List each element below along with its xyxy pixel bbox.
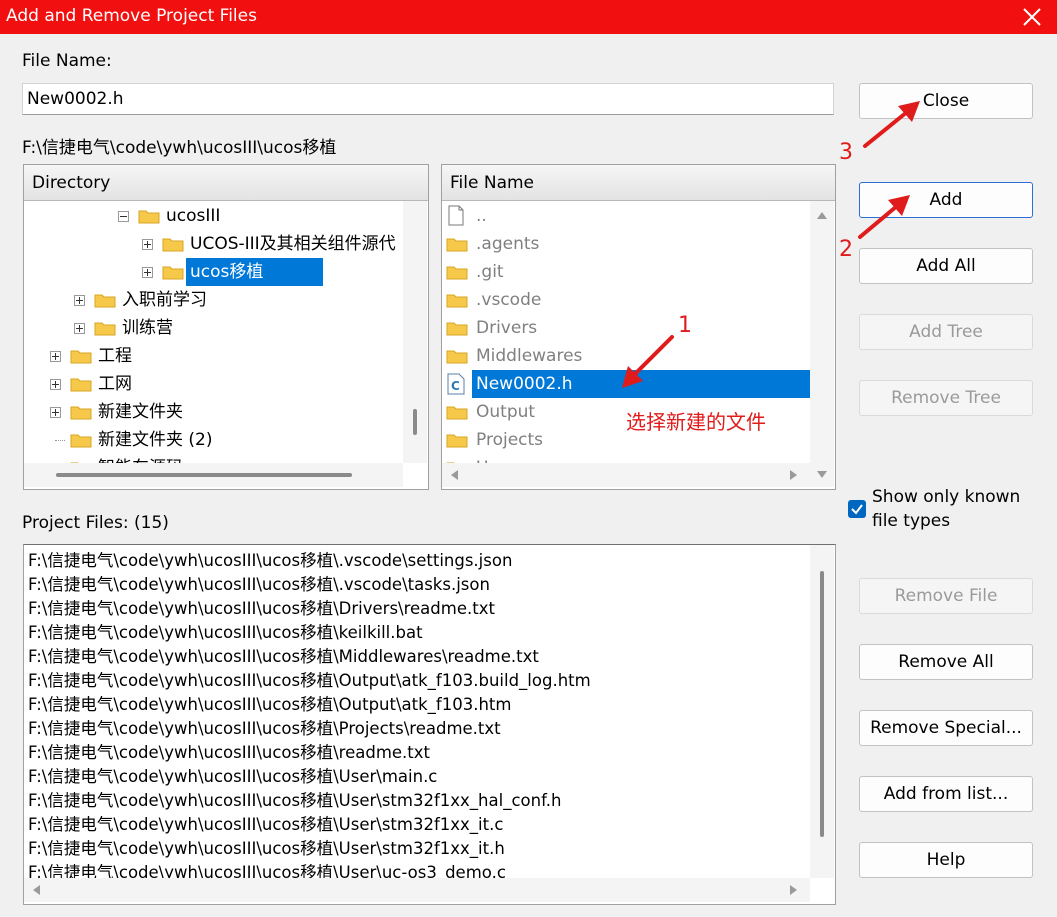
annotation-arrow-3 <box>863 101 920 148</box>
annotation-arrow-2 <box>858 195 910 239</box>
annotation-step-2: 2 <box>839 237 853 262</box>
annotation-step-3: 3 <box>839 140 853 165</box>
annotation-step-1: 1 <box>678 313 692 338</box>
annotation-step-1-note: 选择新建的文件 <box>626 410 766 434</box>
annotation-overlay <box>622 101 920 388</box>
dialog-window: Add and Remove Project Files File Name: … <box>0 0 1057 917</box>
annotation-arrow-1 <box>622 335 674 388</box>
